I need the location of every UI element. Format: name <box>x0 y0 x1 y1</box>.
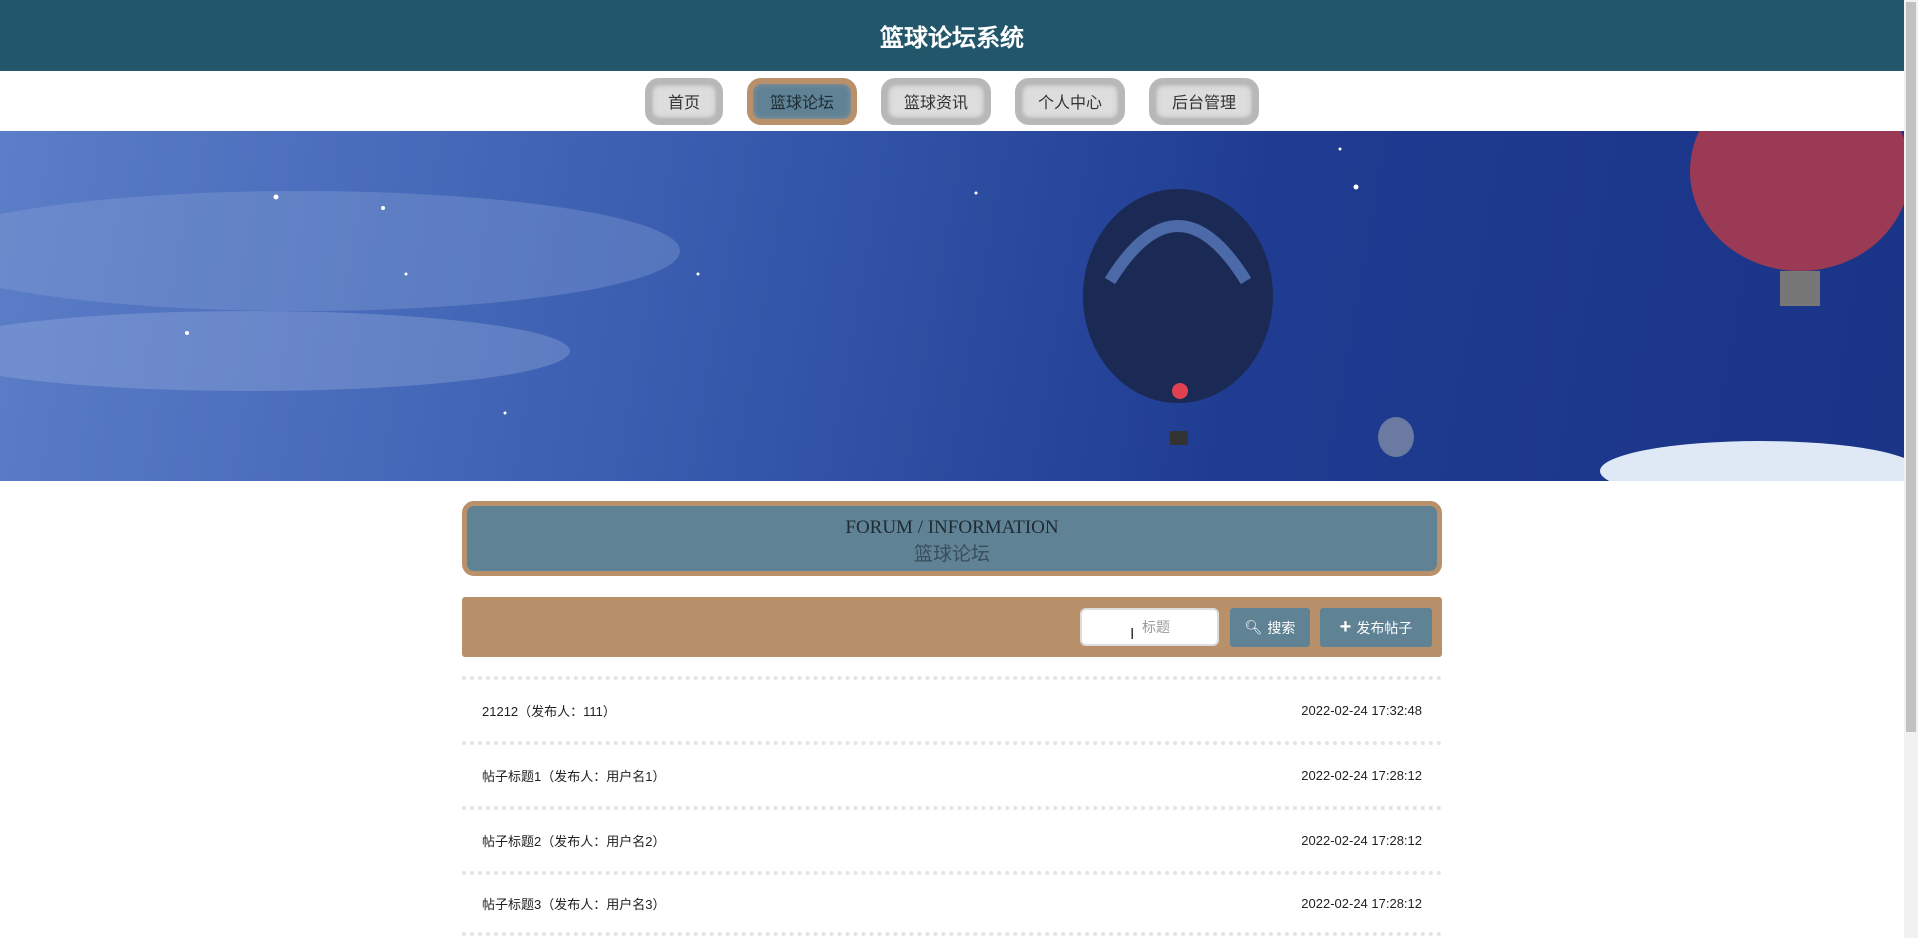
nav-home[interactable]: 首页 <box>644 77 723 125</box>
main-nav: 首页 篮球论坛 篮球资讯 个人中心 后台管理 <box>0 71 1904 131</box>
title-search-input[interactable]: I 标题 <box>1080 608 1219 646</box>
post-time: 2022-02-24 17:32:48 <box>1301 703 1422 718</box>
post-time: 2022-02-24 17:28:12 <box>1301 833 1422 848</box>
post-time: 2022-02-24 17:28:12 <box>1301 896 1422 911</box>
publish-label: 发布帖子 <box>1356 619 1413 636</box>
post-row[interactable]: 帖子标题3（发布人：用户名3） 2022-02-24 17:28:12 <box>462 871 1442 936</box>
post-row[interactable]: 21212（发布人：111） 2022-02-24 17:32:48 <box>462 676 1442 741</box>
post-title[interactable]: 帖子标题3（发布人：用户名3） <box>482 894 665 913</box>
balloon-icon <box>1083 189 1273 445</box>
post-list: 21212（发布人：111） 2022-02-24 17:32:48 帖子标题1（… <box>462 676 1442 936</box>
nav-forum[interactable]: 篮球论坛 <box>746 77 857 125</box>
search-icon: 🔍︎ <box>1244 619 1263 635</box>
post-title[interactable]: 帖子标题1（发布人：用户名1） <box>482 766 665 785</box>
post-row[interactable]: 帖子标题1（发布人：用户名1） 2022-02-24 17:28:12 <box>462 741 1442 806</box>
scrollbar-thumb[interactable] <box>1906 2 1916 732</box>
nav-personal-center[interactable]: 个人中心 <box>1015 77 1126 125</box>
post-title[interactable]: 21212（发布人：111） <box>482 701 616 720</box>
section-title-cn: 篮球论坛 <box>913 544 990 565</box>
section-heading: FORUM / INFORMATION 篮球论坛 <box>462 501 1442 576</box>
search-placeholder: 标题 <box>1142 619 1170 635</box>
site-title: 篮球论坛系统 <box>880 25 1024 52</box>
search-label: 搜索 <box>1267 619 1296 636</box>
site-header: 篮球论坛系统 <box>0 0 1904 71</box>
post-row[interactable]: 帖子标题2（发布人：用户名2） 2022-02-24 17:28:12 <box>462 806 1442 871</box>
search-button[interactable]: 🔍︎ 搜索 <box>1230 608 1310 647</box>
plus-icon: + <box>1339 616 1352 638</box>
section-title-en: FORUM / INFORMATION <box>845 517 1059 538</box>
publish-post-button[interactable]: + 发布帖子 <box>1320 608 1432 647</box>
post-time: 2022-02-24 17:28:12 <box>1301 768 1422 783</box>
forum-toolbar: I 标题 🔍︎ 搜索 + 发布帖子 <box>462 597 1442 657</box>
text-cursor-icon: I <box>1130 626 1135 643</box>
page-scrollbar[interactable] <box>1904 0 1918 938</box>
nav-admin[interactable]: 后台管理 <box>1149 77 1260 125</box>
post-title[interactable]: 帖子标题2（发布人：用户名2） <box>482 831 665 850</box>
banner-image <box>0 131 1904 481</box>
nav-news[interactable]: 篮球资讯 <box>880 77 991 125</box>
balloon-illustration <box>0 131 1904 481</box>
